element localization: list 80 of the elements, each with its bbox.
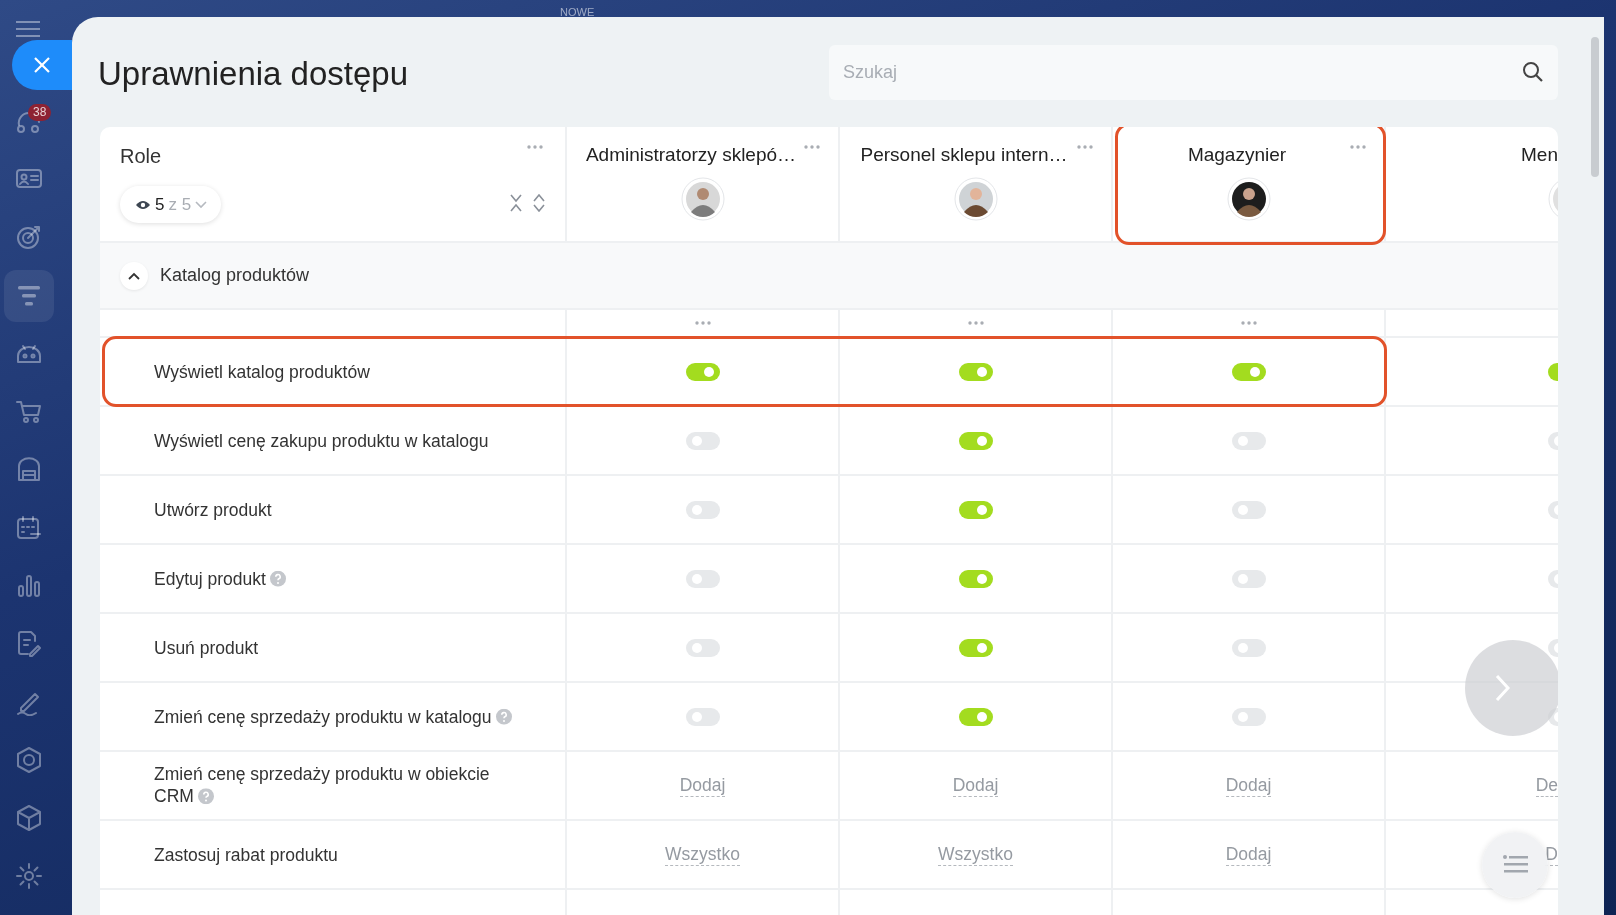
notification-badge: 38 bbox=[28, 104, 52, 121]
toggle-switch[interactable] bbox=[685, 362, 720, 381]
toggle-switch[interactable] bbox=[685, 707, 720, 726]
dropdown-link[interactable]: Dodaj bbox=[1225, 774, 1272, 797]
permission-label: Usuń produkt bbox=[154, 636, 259, 659]
eye-icon bbox=[135, 198, 151, 211]
cart-icon bbox=[15, 398, 43, 426]
search-icon[interactable] bbox=[1522, 61, 1544, 83]
toggle-switch[interactable] bbox=[685, 638, 720, 657]
help-icon[interactable] bbox=[269, 570, 286, 587]
toggle-switch[interactable] bbox=[958, 638, 993, 657]
permission-label: Zastosuj rabat produktu bbox=[154, 843, 338, 866]
dropdown-link[interactable]: Wszystko bbox=[938, 843, 1013, 866]
toggle-switch[interactable] bbox=[1231, 500, 1266, 519]
box-icon bbox=[15, 804, 43, 832]
menu-icon[interactable] bbox=[16, 20, 40, 38]
list-icon bbox=[1502, 855, 1528, 875]
toggle-switch[interactable] bbox=[685, 569, 720, 588]
avatar bbox=[1227, 177, 1271, 221]
avatar bbox=[954, 177, 998, 221]
more-icon[interactable] bbox=[967, 321, 984, 325]
dropdown-link[interactable]: Dodaj bbox=[1225, 843, 1272, 866]
more-icon[interactable] bbox=[1350, 145, 1366, 149]
background-label: NOWE bbox=[560, 5, 595, 20]
more-icon[interactable] bbox=[1240, 321, 1257, 325]
help-icon[interactable] bbox=[197, 788, 214, 805]
toggle-switch[interactable] bbox=[1231, 362, 1266, 381]
toggle-switch[interactable] bbox=[958, 569, 993, 588]
help-icon[interactable] bbox=[495, 708, 512, 725]
toggle-switch[interactable] bbox=[1231, 569, 1266, 588]
avatar bbox=[681, 177, 725, 221]
page-title: Uprawnienia dostępu bbox=[98, 54, 409, 94]
document-icon bbox=[15, 630, 43, 658]
permission-label: Wyświetl katalog produktów bbox=[154, 360, 370, 383]
collapse-all-icon[interactable] bbox=[509, 194, 523, 212]
dropdown-link[interactable]: Wszystko bbox=[665, 843, 740, 866]
permission-label: Zmień cenę sprzedaży produktu w katalogu bbox=[154, 705, 512, 728]
sidebar-item[interactable] bbox=[4, 270, 54, 322]
column-heading: Administratorzy sklepó… bbox=[585, 143, 797, 167]
dropdown-link[interactable]: Dodaj bbox=[952, 774, 999, 797]
permission-label: Utwórz produkt bbox=[154, 498, 272, 521]
dropdown-link[interactable]: De bbox=[1535, 774, 1558, 797]
permission-label: Edytuj produkt bbox=[154, 567, 286, 590]
more-icon[interactable] bbox=[804, 145, 820, 149]
warehouse-icon bbox=[15, 456, 43, 484]
toggle-switch[interactable] bbox=[1231, 707, 1266, 726]
toggle-switch[interactable] bbox=[958, 500, 993, 519]
chevron-right-icon bbox=[1495, 674, 1511, 702]
toggle-switch[interactable] bbox=[685, 500, 720, 519]
column-heading: Men bbox=[1521, 143, 1558, 167]
toggle-switch[interactable] bbox=[685, 431, 720, 450]
column-heading: Magazynier bbox=[1187, 143, 1287, 167]
close-icon bbox=[33, 56, 51, 74]
toggle-switch[interactable] bbox=[958, 707, 993, 726]
permission-label: Zmień cenę sprzedaży produktu w obiekcie CRM bbox=[154, 762, 491, 809]
visible-roles-filter[interactable]: 5 z 5 bbox=[120, 186, 222, 223]
permission-label: Wyświetl cenę zakupu produktu w katalogu bbox=[154, 429, 489, 452]
more-icon[interactable] bbox=[1077, 145, 1093, 149]
toggle-switch[interactable] bbox=[958, 362, 993, 381]
toggle-switch[interactable] bbox=[1231, 638, 1266, 657]
collapse-toggle[interactable] bbox=[120, 261, 148, 290]
scrollbar[interactable] bbox=[1591, 37, 1599, 177]
chevron-up-icon bbox=[128, 271, 140, 280]
more-icon[interactable] bbox=[694, 321, 711, 325]
toggle-switch[interactable] bbox=[1231, 431, 1266, 450]
bar-chart-icon bbox=[15, 572, 43, 600]
dropdown-link[interactable]: Dodaj bbox=[679, 774, 726, 797]
search-field[interactable]: Szukaj bbox=[829, 45, 1558, 100]
sidebar-item[interactable]: 38 bbox=[4, 96, 54, 148]
expand-all-icon[interactable] bbox=[532, 194, 546, 212]
close-button[interactable] bbox=[12, 40, 72, 90]
hexagon-icon bbox=[15, 746, 43, 774]
toggle-switch[interactable] bbox=[958, 431, 993, 450]
column-heading: Role bbox=[120, 144, 162, 169]
calendar-icon bbox=[15, 514, 43, 542]
column-heading: Personel sklepu intern… bbox=[860, 143, 1068, 167]
section-title: Katalog produktów bbox=[160, 264, 310, 287]
chevron-down-icon bbox=[195, 200, 208, 209]
target-icon bbox=[15, 224, 43, 252]
more-icon[interactable] bbox=[527, 145, 543, 149]
